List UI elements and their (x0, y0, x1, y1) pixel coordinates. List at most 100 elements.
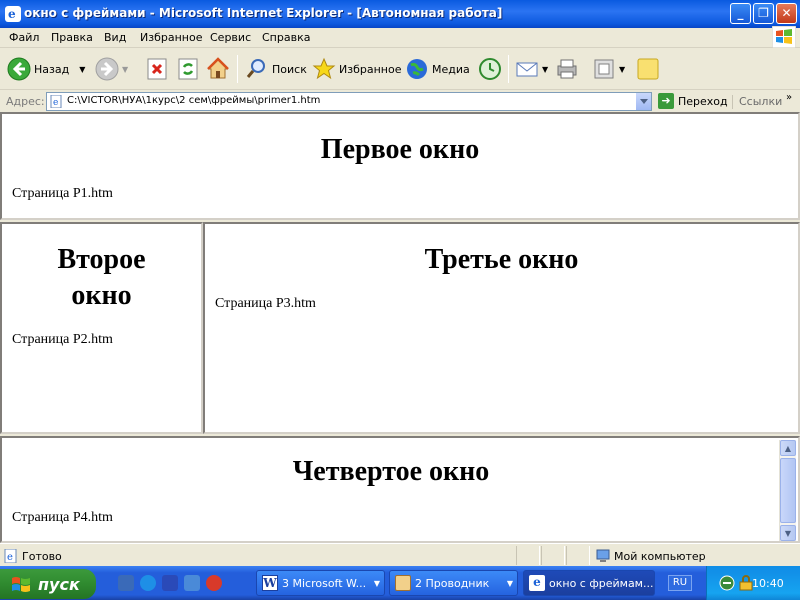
print-button[interactable] (555, 55, 582, 83)
task-group-arrow-icon: ▼ (506, 579, 513, 588)
toolbar: Назад ▼ ▼ Поиск Избранное Медиа ▼ ▼ (0, 49, 800, 90)
word-icon: W (262, 575, 278, 591)
mail-dropdown-icon[interactable]: ▼ (542, 65, 548, 74)
minimize-button[interactable]: _ (730, 3, 751, 24)
window-title: окно с фреймами - Microsoft Internet Exp… (24, 6, 503, 20)
folder-icon (395, 575, 411, 591)
clock: 10:40 (752, 577, 784, 590)
frame-4: Четвертое окно Страница P4.htm ▲ ▼ (0, 436, 800, 543)
back-dropdown-icon[interactable]: ▼ (79, 65, 85, 74)
maximize-button[interactable]: ❐ (753, 3, 774, 24)
frame-2: Второе окно Страница P2.htm (0, 222, 203, 434)
mail-button[interactable]: ▼ (515, 55, 548, 83)
ie-icon: e (529, 575, 545, 591)
lock-icon[interactable] (739, 575, 753, 591)
go-arrow-icon: ➜ (658, 93, 674, 109)
windows-logo-icon (12, 577, 30, 592)
menu-file[interactable]: Файл (9, 31, 39, 44)
page-status-icon: e (4, 549, 17, 563)
task-explorer-label: 2 Проводник (415, 576, 490, 590)
history-button[interactable] (478, 55, 505, 83)
frameset: Первое окно Страница P1.htm Второе окно … (0, 112, 800, 543)
refresh-button[interactable] (176, 55, 203, 83)
task-explorer[interactable]: 2 Проводник ▼ (389, 570, 518, 596)
taskbar: пуск W 3 Microsoft W... ▼ 2 Проводник ▼ … (0, 566, 800, 600)
start-label: пуск (38, 574, 80, 594)
favorites-label: Избранное (339, 62, 402, 76)
frame-2-text: Страница P2.htm (12, 332, 113, 347)
task-ie[interactable]: e окно с фреймам... (523, 570, 655, 596)
edit-icon (592, 57, 616, 81)
back-arrow-icon (7, 57, 31, 81)
mail-icon (515, 57, 539, 81)
media-globe-icon (405, 57, 429, 81)
media-button[interactable]: Медиа (405, 55, 470, 83)
search-button[interactable]: Поиск (245, 55, 307, 83)
windows-logo-icon (772, 26, 796, 48)
stop-icon (145, 57, 169, 81)
status-pane (541, 546, 565, 565)
history-icon (478, 57, 502, 81)
go-button[interactable]: ➜ Переход (658, 93, 728, 109)
task-word[interactable]: W 3 Microsoft W... ▼ (256, 570, 385, 596)
svg-text:e: e (53, 98, 58, 108)
scroll-up-icon[interactable]: ▲ (780, 440, 796, 456)
status-bar: e Готово Мой компьютер (0, 543, 800, 566)
start-button[interactable]: пуск (0, 569, 96, 599)
edit-button[interactable]: ▼ (592, 55, 625, 83)
status-text: Готово (22, 549, 62, 563)
favorites-button[interactable]: Избранное (312, 55, 401, 83)
frame-4-heading: Четвертое окно (292, 456, 490, 487)
status-pane (566, 546, 590, 565)
quicklaunch-outlook-icon[interactable] (184, 575, 200, 591)
frame-2-heading: Второе окно (57, 244, 146, 311)
menu-help[interactable]: Справка (262, 31, 310, 44)
language-indicator[interactable]: RU (668, 575, 692, 591)
links-button[interactable]: Ссылки (732, 95, 782, 109)
computer-icon (596, 549, 610, 562)
frame-1: Первое окно Страница P1.htm (0, 112, 800, 220)
go-label: Переход (678, 94, 728, 108)
menu-view[interactable]: Вид (104, 31, 126, 44)
scroll-down-icon[interactable]: ▼ (780, 525, 796, 541)
address-value: C:\VICTOR\НУА\1курс\2 сем\фреймы\primer1… (67, 95, 321, 106)
forward-button[interactable]: ▼ (95, 55, 128, 83)
forward-arrow-icon (95, 57, 119, 81)
task-group-arrow-icon: ▼ (373, 579, 380, 588)
menu-bar: Файл Правка Вид Избранное Сервис Справка (0, 26, 800, 48)
status-pane (516, 546, 540, 565)
address-dropdown-icon[interactable] (635, 93, 651, 110)
frame-3-text: Страница P3.htm (215, 296, 316, 311)
back-button[interactable]: Назад ▼ (7, 55, 85, 83)
stop-button[interactable] (145, 55, 172, 83)
menu-edit[interactable]: Правка (51, 31, 93, 44)
quicklaunch-app-icon[interactable] (118, 575, 134, 591)
home-button[interactable] (206, 55, 233, 83)
quicklaunch-books-icon[interactable] (162, 575, 178, 591)
quicklaunch-media-icon[interactable] (206, 575, 222, 591)
title-bar: e окно с фреймами - Microsoft Internet E… (0, 0, 800, 28)
links-more-icon[interactable]: » (786, 92, 792, 103)
forward-dropdown-icon[interactable]: ▼ (122, 65, 128, 74)
menu-favorites[interactable]: Избранное (140, 31, 202, 44)
toolbar-separator (508, 55, 509, 83)
quicklaunch-ie-icon[interactable] (140, 575, 156, 591)
close-button[interactable]: ✕ (776, 3, 797, 24)
zone-indicator: Мой компьютер (596, 549, 706, 563)
zone-text: Мой компьютер (614, 549, 706, 563)
scroll-thumb[interactable] (780, 458, 796, 523)
ie-icon: e (5, 6, 21, 22)
frame-4-text: Страница P4.htm (12, 510, 113, 525)
vertical-scrollbar[interactable]: ▲ ▼ (779, 440, 796, 541)
frame-3: Третье окно Страница P3.htm (203, 222, 800, 434)
star-icon (312, 57, 336, 81)
menu-tools[interactable]: Сервис (210, 31, 251, 44)
refresh-icon (176, 57, 200, 81)
address-input[interactable]: e C:\VICTOR\НУА\1курс\2 сем\фреймы\prime… (46, 92, 652, 111)
status: e Готово (4, 549, 62, 563)
messenger-button[interactable] (636, 55, 663, 83)
edit-dropdown-icon[interactable]: ▼ (619, 65, 625, 74)
back-label: Назад (34, 62, 70, 76)
address-label: Адрес: (6, 95, 45, 108)
network-icon[interactable] (719, 575, 735, 591)
